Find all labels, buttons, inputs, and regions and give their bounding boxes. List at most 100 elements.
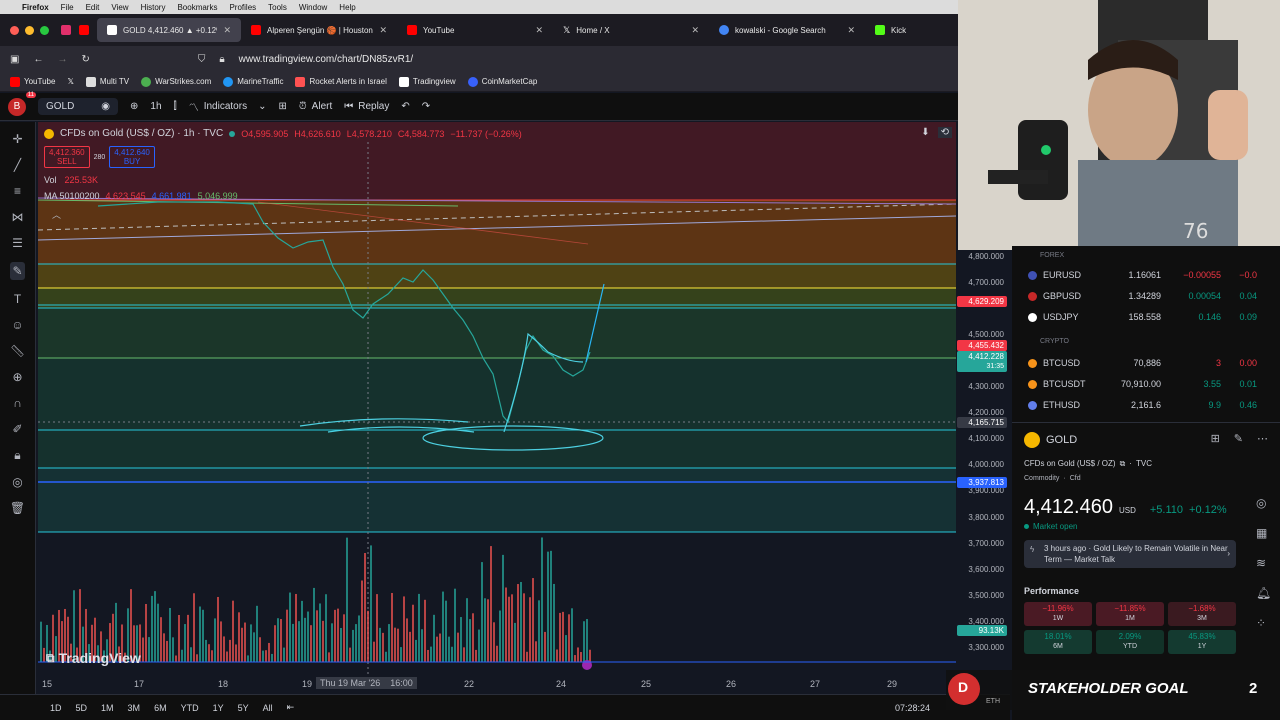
- signal-icon[interactable]: ≋: [1256, 556, 1271, 570]
- forward-icon[interactable]: →: [57, 54, 67, 65]
- add-symbol-icon[interactable]: ⊕: [130, 101, 138, 112]
- close-tab-icon[interactable]: ✕: [535, 25, 543, 36]
- edit-icon[interactable]: ✎: [1234, 432, 1243, 445]
- chart-canvas[interactable]: CFDs on Gold (US$ / OZ) · 1h · TVC O4,59…: [38, 122, 956, 674]
- lock-icon[interactable]: 🔒︎: [219, 54, 224, 65]
- watchlist-row[interactable]: BTCUSD 70,886 3 0.00: [1028, 353, 1264, 373]
- range-ytd-button[interactable]: YTD: [181, 703, 199, 713]
- sell-button[interactable]: 4,412.360 SELL: [44, 146, 90, 168]
- perf-cell[interactable]: 18.01% 6M: [1024, 630, 1092, 654]
- close-tab-icon[interactable]: ✕: [847, 25, 855, 36]
- perf-cell[interactable]: −11.85% 1M: [1096, 602, 1164, 626]
- time-axis[interactable]: 15 17 18 19 Thu 19 Mar '26 16:00 22 24 2…: [38, 674, 956, 694]
- close-tab-icon[interactable]: ✕: [223, 25, 231, 36]
- alert-button[interactable]: ⏰︎ Alert: [299, 101, 332, 112]
- ruler-icon[interactable]: 📏︎: [10, 344, 25, 358]
- perf-cell[interactable]: −1.68% 3M: [1168, 602, 1236, 626]
- ma-label[interactable]: MA 50100200: [44, 191, 100, 201]
- external-link-icon[interactable]: ⧉: [1120, 459, 1126, 469]
- redo-icon[interactable]: ↷: [422, 101, 430, 112]
- range-5d-button[interactable]: 5D: [76, 703, 88, 713]
- buy-button[interactable]: 4,412.640 BUY: [109, 146, 155, 168]
- pattern-icon[interactable]: ⋈: [12, 210, 24, 224]
- tab-x-home[interactable]: 𝕏 Home / X ✕: [553, 18, 709, 42]
- fib-icon[interactable]: ☰: [12, 236, 23, 250]
- menu-bookmarks[interactable]: Bookmarks: [177, 3, 217, 12]
- horizontal-lines-icon[interactable]: ≡: [14, 184, 21, 198]
- tab-google[interactable]: kowalski - Google Search ✕: [709, 18, 865, 42]
- range-3m-button[interactable]: 3M: [128, 703, 141, 713]
- magnet-icon[interactable]: ∩: [13, 396, 22, 410]
- tab-alperen[interactable]: Alperen Şengün 🏀 | Houston R ✕: [241, 18, 397, 42]
- watchlist-row[interactable]: USDJPY 158.558 0.146 0.09: [1028, 307, 1264, 327]
- perf-cell[interactable]: −11.96% 1W: [1024, 602, 1092, 626]
- bookmark-rocket-alerts[interactable]: Rocket Alerts in Israel: [295, 76, 387, 87]
- details-symbol[interactable]: GOLD: [1046, 434, 1077, 446]
- menu-help[interactable]: Help: [339, 3, 355, 12]
- youtube-pinned-icon[interactable]: [79, 25, 89, 35]
- interval-button[interactable]: 1h: [150, 101, 161, 112]
- collapse-legend-icon[interactable]: ︿: [52, 208, 61, 221]
- bookmark-youtube[interactable]: YouTube: [10, 76, 55, 87]
- menu-tools[interactable]: Tools: [268, 3, 287, 12]
- crosshair-icon[interactable]: ✛: [12, 132, 22, 146]
- perf-cell[interactable]: 2.09% YTD: [1096, 630, 1164, 654]
- target-icon[interactable]: ◎: [1256, 496, 1271, 510]
- replay-button[interactable]: ⏮︎ Replay: [344, 101, 389, 112]
- chart-type-icon[interactable]: ⫿: [174, 101, 177, 112]
- scroll-down-icon[interactable]: ⬇: [921, 127, 929, 138]
- shield-icon[interactable]: ⛉: [198, 54, 206, 65]
- watchlist-row[interactable]: ETHUSD 2,161.6 9.9 0.46: [1028, 395, 1264, 415]
- indicators-button[interactable]: 〽 Indicators ⌄: [189, 99, 267, 114]
- text-icon[interactable]: T: [14, 292, 21, 306]
- bookmark-coinmarketcap[interactable]: CoinMarketCap: [467, 76, 537, 87]
- crypto-section-label[interactable]: CRYPTO: [1040, 338, 1069, 345]
- undo-icon[interactable]: ↶: [401, 101, 409, 112]
- user-avatar[interactable]: B 11: [8, 91, 36, 116]
- menu-view[interactable]: View: [111, 3, 128, 12]
- calendar-icon[interactable]: ▦: [1256, 526, 1271, 540]
- menu-app-name[interactable]: Firefox: [22, 3, 49, 12]
- menu-file[interactable]: File: [61, 3, 74, 12]
- bookmark-warstrikes[interactable]: WarStrikes.com: [141, 76, 211, 87]
- emoji-icon[interactable]: ☺: [11, 318, 23, 332]
- price-chart-svg[interactable]: [38, 122, 956, 674]
- forex-section-label[interactable]: FOREX: [1040, 252, 1064, 259]
- visibility-icon[interactable]: ◎: [12, 475, 22, 489]
- trash-icon[interactable]: 🗑︎: [10, 501, 25, 515]
- watchlist-row[interactable]: GBPUSD 1.34289 0.00054 0.04: [1028, 286, 1264, 306]
- trend-line-icon[interactable]: ╱: [14, 158, 21, 172]
- bookmark-x[interactable]: 𝕏: [67, 77, 73, 86]
- menu-profiles[interactable]: Profiles: [229, 3, 256, 12]
- address-bar[interactable]: www.tradingview.com/chart/DN85zvR1/: [239, 54, 414, 65]
- bookmark-marinetraffic[interactable]: MarineTraffic: [223, 76, 283, 87]
- brush-icon[interactable]: ✎: [10, 262, 25, 280]
- range-5y-button[interactable]: 5Y: [238, 703, 249, 713]
- watchlist-row[interactable]: BTCUSDT 70,910.00 3.55 0.01: [1028, 374, 1264, 394]
- legend-title[interactable]: CFDs on Gold (US$ / OZ) · 1h · TVC: [60, 128, 223, 139]
- minimize-window-button[interactable]: [25, 25, 34, 35]
- bell-icon[interactable]: 🔔︎: [1256, 586, 1271, 600]
- tab-gold[interactable]: GOLD 4,412.460 ▲ +0.12% Unn ✕: [97, 18, 241, 42]
- bookmark-tradingview[interactable]: Tradingview: [398, 76, 456, 87]
- range-1y-button[interactable]: 1Y: [213, 703, 224, 713]
- menu-history[interactable]: History: [141, 3, 166, 12]
- sidebar-toggle-icon[interactable]: ▣: [10, 54, 19, 65]
- layouts-icon[interactable]: ⊞: [278, 101, 286, 112]
- menu-edit[interactable]: Edit: [86, 3, 100, 12]
- zoom-window-button[interactable]: [40, 25, 49, 35]
- close-tab-icon[interactable]: ✕: [691, 25, 699, 36]
- tab-kick[interactable]: Kick: [865, 18, 925, 42]
- zoom-icon[interactable]: ⊕: [12, 370, 22, 384]
- volume-label[interactable]: Vol: [44, 175, 57, 185]
- reload-icon[interactable]: ↻: [81, 54, 89, 65]
- lock-icon[interactable]: 🔒︎: [14, 448, 20, 463]
- perf-cell[interactable]: 45.83% 1Y: [1168, 630, 1236, 654]
- bookmark-multitv[interactable]: Multi TV: [85, 76, 129, 87]
- menu-window[interactable]: Window: [299, 3, 327, 12]
- range-1d-button[interactable]: 1D: [50, 703, 62, 713]
- screenshot-icon[interactable]: ⟲: [937, 127, 952, 138]
- back-icon[interactable]: ←: [33, 54, 43, 65]
- news-item[interactable]: ϟ 3 hours ago · Gold Likely to Remain Vo…: [1024, 540, 1236, 568]
- grid-icon[interactable]: ⊞: [1211, 432, 1220, 445]
